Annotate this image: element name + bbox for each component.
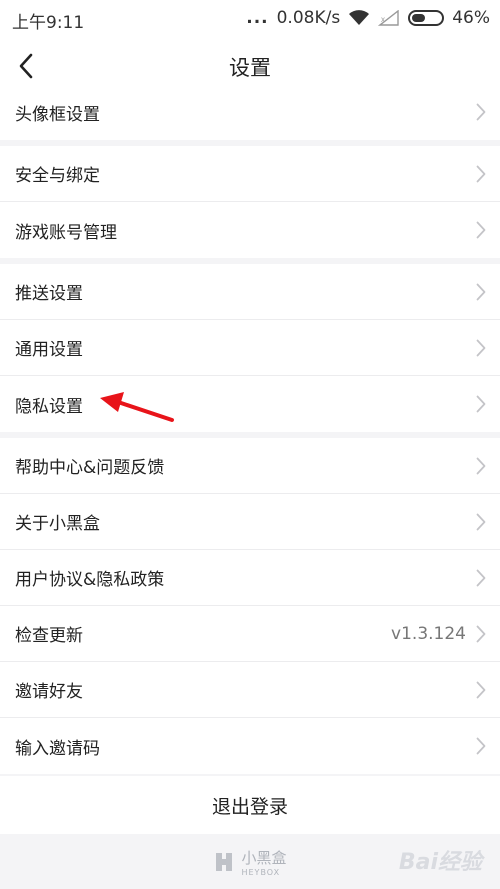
settings-item-label: 邀请好友 bbox=[15, 682, 83, 702]
settings-item[interactable]: 游戏账号管理 bbox=[0, 202, 500, 258]
settings-group: 安全与绑定游戏账号管理 bbox=[0, 146, 500, 258]
settings-item-label: 推送设置 bbox=[15, 284, 83, 304]
logout-button[interactable]: 退出登录 bbox=[0, 776, 500, 834]
heybox-logo-icon bbox=[216, 852, 233, 871]
settings-group: 帮助中心&问题反馈 关于小黑盒用户协议&隐私政策 检查更新 v1.3.124 邀请好友输… bbox=[0, 438, 500, 774]
settings-item[interactable]: 推送设置 bbox=[0, 264, 500, 320]
settings-item-label: 检查更新 bbox=[15, 626, 83, 646]
chevron-right-icon bbox=[476, 221, 486, 239]
settings-item[interactable]: 安全与绑定 bbox=[0, 146, 500, 202]
wifi-icon bbox=[349, 10, 370, 25]
chevron-right-icon bbox=[476, 681, 486, 699]
chevron-right-icon bbox=[476, 395, 486, 413]
logout-label: 退出登录 bbox=[211, 795, 288, 818]
status-dots: ... bbox=[246, 8, 269, 28]
chevron-right-icon bbox=[476, 339, 486, 357]
signal-icon: x bbox=[378, 10, 399, 26]
settings-item-label: 关于小黑盒 bbox=[15, 514, 100, 534]
chevron-right-icon bbox=[476, 457, 486, 475]
brand-logo: 小黑盒 HEYBOX bbox=[213, 847, 287, 877]
settings-item-label: 用户协议&隐私政策 bbox=[15, 570, 165, 590]
watermark: Bai经验 bbox=[398, 850, 482, 875]
settings-item-value: v1.3.124 bbox=[391, 623, 466, 644]
settings-item[interactable]: 关于小黑盒 bbox=[0, 494, 500, 550]
settings-list: 头像框设置安全与绑定游戏账号管理 推送设置通用设置隐私设置帮助中心&问题反馈 关于小… bbox=[0, 84, 500, 774]
chevron-right-icon bbox=[476, 569, 486, 587]
chevron-right-icon bbox=[476, 165, 486, 183]
settings-item[interactable]: 隐私设置 bbox=[0, 376, 500, 432]
status-bar: 上午9:11 ... 0.08K/s x 46% bbox=[0, 0, 500, 36]
settings-item[interactable]: 用户协议&隐私政策 bbox=[0, 550, 500, 606]
status-time: 上午9:11 bbox=[12, 13, 85, 33]
settings-item[interactable]: 帮助中心&问题反馈 bbox=[0, 438, 500, 494]
brand-name: 小黑盒 bbox=[241, 848, 287, 867]
chevron-right-icon bbox=[476, 513, 486, 531]
settings-item-label: 头像框设置 bbox=[15, 104, 100, 125]
battery-icon bbox=[408, 10, 445, 26]
settings-item[interactable]: 邀请好友 bbox=[0, 662, 500, 718]
battery-level bbox=[412, 14, 426, 22]
battery-percent: 46% bbox=[452, 8, 490, 28]
chevron-right-icon bbox=[476, 625, 486, 643]
settings-group: 头像框设置 bbox=[0, 84, 500, 140]
status-right: ... 0.08K/s x 46% bbox=[246, 8, 490, 28]
settings-item-label: 帮助中心&问题反馈 bbox=[15, 458, 165, 478]
settings-item[interactable]: 通用设置 bbox=[0, 320, 500, 376]
settings-item[interactable]: 输入邀请码 bbox=[0, 718, 500, 774]
svg-text:x: x bbox=[381, 15, 385, 24]
settings-item[interactable]: 检查更新 v1.3.124 bbox=[0, 606, 500, 662]
annotation-arrow-icon bbox=[100, 392, 174, 422]
chevron-right-icon bbox=[476, 103, 486, 121]
settings-item-label: 输入邀请码 bbox=[15, 738, 100, 759]
page-title: 设置 bbox=[229, 56, 271, 80]
chevron-right-icon bbox=[476, 737, 486, 755]
settings-item[interactable]: 头像框设置 bbox=[0, 84, 500, 140]
brand-sub: HEYBOX bbox=[241, 867, 281, 877]
settings-item-label: 通用设置 bbox=[15, 340, 83, 360]
settings-item-label: 隐私设置 bbox=[15, 396, 83, 417]
chevron-right-icon bbox=[476, 283, 486, 301]
settings-item-label: 游戏账号管理 bbox=[15, 222, 117, 243]
network-speed: 0.08K/s bbox=[276, 8, 341, 28]
settings-group: 推送设置通用设置隐私设置 bbox=[0, 264, 500, 432]
settings-item-label: 安全与绑定 bbox=[15, 166, 100, 186]
